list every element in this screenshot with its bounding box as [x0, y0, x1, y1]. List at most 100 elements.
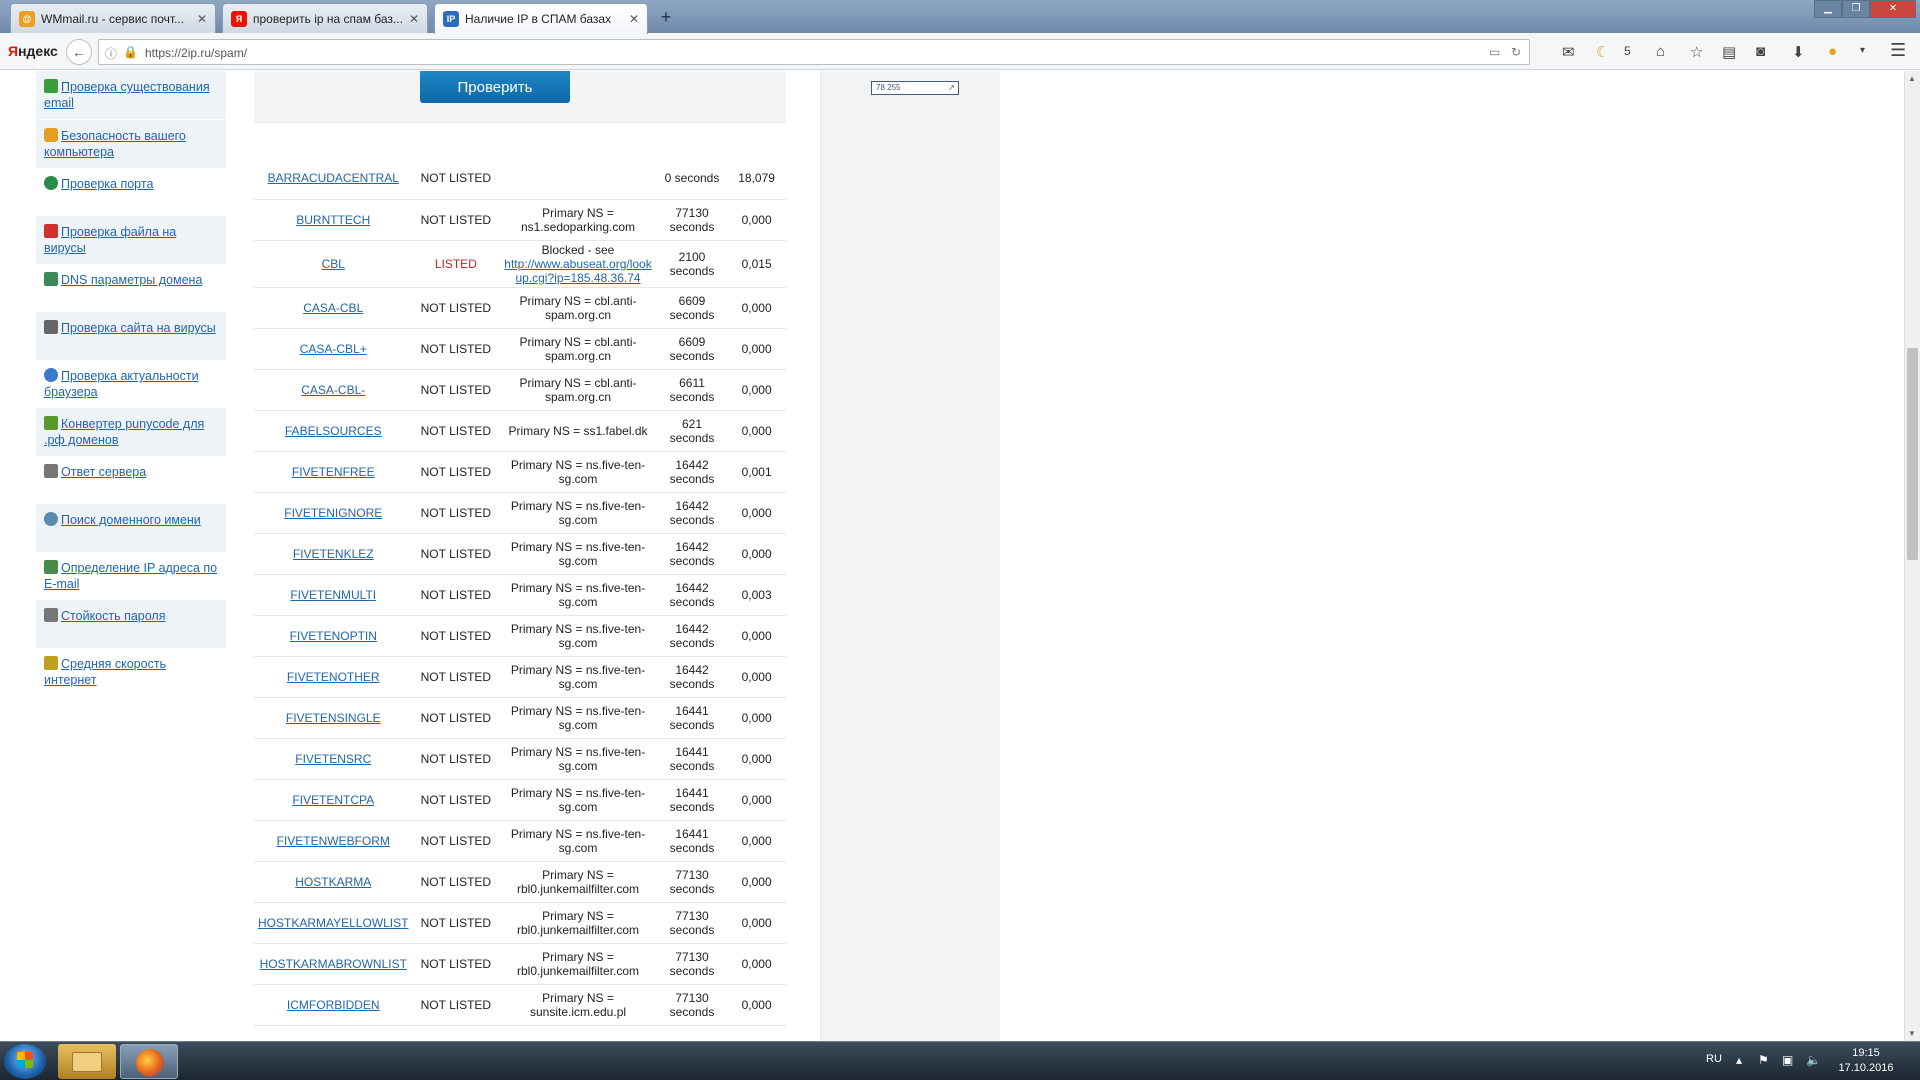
blacklist-link[interactable]: FABELSOURCES — [285, 424, 382, 438]
start-button[interactable] — [4, 1044, 46, 1079]
weather-temp[interactable]: 5 — [1624, 44, 1631, 58]
new-tab-button[interactable]: + — [654, 6, 678, 28]
sidebar-link[interactable]: Конвертер punycode для .рф доменов — [44, 417, 204, 447]
blacklist-link[interactable]: FIVETENSRC — [295, 752, 371, 766]
tab-2ip-spam[interactable]: IP Наличие IP в СПАМ базах ✕ — [434, 3, 648, 34]
ttl-value: 6611 seconds — [656, 369, 728, 411]
system-clock[interactable]: 19:15 17.10.2016 — [1826, 1046, 1906, 1076]
sidebar-link[interactable]: Проверка существования email — [44, 80, 210, 110]
sidebar-item-server-response[interactable]: Ответ сервера — [36, 456, 226, 504]
blacklist-link[interactable]: FIVETENOTHER — [287, 670, 380, 684]
ttl-value: 6609 seconds — [656, 287, 728, 329]
blacklist-link[interactable]: FIVETENSINGLE — [286, 711, 381, 725]
sidebar-link[interactable]: Стойкость пароля — [61, 609, 165, 623]
sidebar-item-email-check[interactable]: Проверка существования email — [36, 71, 226, 119]
flag-icon[interactable]: ⚑ — [1758, 1053, 1769, 1067]
blacklist-name-cell: FIVETENTCPA — [254, 779, 413, 821]
blacklist-link[interactable]: FIVETENTCPA — [292, 793, 374, 807]
blacklist-link[interactable]: BURNTTECH — [296, 213, 370, 227]
weather-icon[interactable]: ☾ — [1596, 43, 1609, 61]
blacklist-name-cell: FIVETENOPTIN — [254, 615, 413, 657]
sidebar-item-ip-by-email[interactable]: Определение IP адреса по E-mail — [36, 552, 226, 600]
minimize-button[interactable]: ▁ — [1814, 0, 1842, 18]
ttl-value: 16442 seconds — [656, 656, 728, 698]
blacklist-link[interactable]: BARRACUDACENTRAL — [268, 171, 399, 185]
blacklist-link[interactable]: CBL — [322, 257, 345, 271]
blacklist-name-cell: FIVETENFREE — [254, 451, 413, 493]
close-icon[interactable]: ✕ — [409, 12, 419, 26]
blacklist-link[interactable]: FIVETENOPTIN — [290, 629, 377, 643]
sidebar-item-pc-security[interactable]: Безопасность вашего компьютера — [36, 120, 226, 168]
sidebar-item-internet-speed[interactable]: Средняя скорость интернет — [36, 648, 226, 696]
blacklist-link[interactable]: CASA-CBL — [303, 301, 363, 315]
close-icon[interactable]: ✕ — [629, 12, 639, 26]
blacklist-link[interactable]: FIVETENKLEZ — [293, 547, 374, 561]
sidebar-item-domain-search[interactable]: Поиск доменного имени — [36, 504, 226, 552]
close-icon[interactable]: ✕ — [197, 12, 207, 26]
blacklist-link[interactable]: FIVETENWEBFORM — [277, 834, 390, 848]
sidebar-link[interactable]: Проверка актуальности браузера — [44, 369, 199, 399]
page-scrollbar[interactable]: ▲ ▼ — [1904, 71, 1920, 1041]
menu-icon[interactable]: ☰ — [1890, 40, 1906, 61]
maximize-button[interactable]: ❐ — [1842, 0, 1870, 18]
mail-icon[interactable]: ✉ — [1562, 43, 1575, 61]
chevron-down-icon[interactable]: ▾ — [1860, 45, 1865, 56]
yandex-logo[interactable]: Яндекс — [8, 43, 58, 59]
sidebar-item-password-strength[interactable]: Стойкость пароля — [36, 600, 226, 648]
back-button[interactable]: ← — [66, 39, 92, 65]
language-indicator[interactable]: RU — [1706, 1053, 1722, 1065]
sidebar-item-browser-check[interactable]: Проверка актуальности браузера — [36, 360, 226, 408]
sidebar-link[interactable]: Проверка порта — [61, 177, 153, 191]
sidebar-link[interactable]: Ответ сервера — [61, 465, 146, 479]
response-time: 0,000 — [727, 861, 786, 903]
sidebar-link[interactable]: Средняя скорость интернет — [44, 657, 166, 687]
sidebar-link[interactable]: Поиск доменного имени — [61, 513, 201, 527]
sidebar-link[interactable]: Проверка сайта на вирусы — [61, 321, 216, 335]
blacklist-link[interactable]: CASA-CBL+ — [300, 342, 367, 356]
tab-wmmail[interactable]: @ WMmail.ru - сервис почт... ✕ — [10, 3, 216, 33]
reader-view-icon[interactable]: ▭ — [1489, 45, 1500, 59]
home-icon[interactable]: ⌂ — [1656, 43, 1665, 60]
ad-banner[interactable]: 78 255 ↗ — [871, 81, 959, 95]
scroll-down-icon[interactable]: ▼ — [1908, 1029, 1916, 1038]
network-icon[interactable]: ▣ — [1782, 1053, 1793, 1067]
sidebar-item-site-virus[interactable]: Проверка сайта на вирусы — [36, 312, 226, 360]
tab-yandex-search[interactable]: Я проверить ip на спам баз... ✕ — [222, 3, 428, 33]
sidebar-item-punycode[interactable]: Конвертер punycode для .рф доменов — [36, 408, 226, 456]
bookmark-star-icon[interactable]: ☆ — [1690, 43, 1703, 61]
scroll-up-icon[interactable]: ▲ — [1908, 74, 1916, 83]
volume-icon[interactable]: 🔈 — [1806, 1053, 1821, 1067]
blacklist-link[interactable]: HOSTKARMA — [295, 875, 371, 889]
firefox-taskbar-button[interactable] — [120, 1044, 178, 1079]
tray-expand-icon[interactable]: ▴ — [1736, 1053, 1742, 1067]
sidebar-link[interactable]: Проверка файла на вирусы — [44, 225, 176, 255]
ttl-value: 16441 seconds — [656, 820, 728, 862]
url-bar[interactable]: ⓘ 🔒 https://2ip.ru/spam/ ▭ ↻ — [98, 39, 1530, 65]
blacklist-link[interactable]: HOSTKARMAYELLOWLIST — [258, 916, 408, 930]
addon-icon[interactable]: ● — [1828, 43, 1837, 60]
blacklist-link[interactable]: HOSTKARMABROWNLIST — [260, 957, 407, 971]
blacklist-link[interactable]: ICMFORBIDDEN — [287, 998, 380, 1012]
sidebar-item-dns[interactable]: DNS параметры домена — [36, 264, 226, 312]
response-time: 0,015 — [727, 240, 786, 288]
blacklist-link[interactable]: CASA-CBL- — [301, 383, 365, 397]
download-icon[interactable]: ⬇ — [1792, 43, 1805, 61]
blacklist-link[interactable]: FIVETENIGNORE — [284, 506, 382, 520]
check-button[interactable]: Проверить — [420, 71, 570, 103]
url-text[interactable]: https://2ip.ru/spam/ — [145, 46, 247, 60]
lookup-link[interactable]: http://www.abuseat.org/lookup.cgi?ip=185… — [504, 257, 651, 285]
close-window-button[interactable]: ✕ — [1870, 0, 1916, 18]
blacklist-link[interactable]: FIVETENMULTI — [290, 588, 376, 602]
blacklist-link[interactable]: FIVETENFREE — [292, 465, 375, 479]
blacklist-name-cell: FIVETENOTHER — [254, 656, 413, 698]
pocket-icon[interactable]: ◙ — [1756, 43, 1765, 60]
bookmarks-list-icon[interactable]: ▤ — [1722, 43, 1736, 61]
scroll-thumb[interactable] — [1907, 348, 1918, 560]
sidebar-link[interactable]: Определение IP адреса по E-mail — [44, 561, 217, 591]
sidebar-item-file-virus[interactable]: Проверка файла на вирусы — [36, 216, 226, 264]
sidebar-item-port-check[interactable]: Проверка порта — [36, 168, 226, 216]
reload-icon[interactable]: ↻ — [1511, 45, 1521, 59]
explorer-taskbar-button[interactable] — [58, 1044, 116, 1079]
sidebar-link[interactable]: DNS параметры домена — [61, 273, 202, 287]
sidebar-link[interactable]: Безопасность вашего компьютера — [44, 129, 186, 159]
